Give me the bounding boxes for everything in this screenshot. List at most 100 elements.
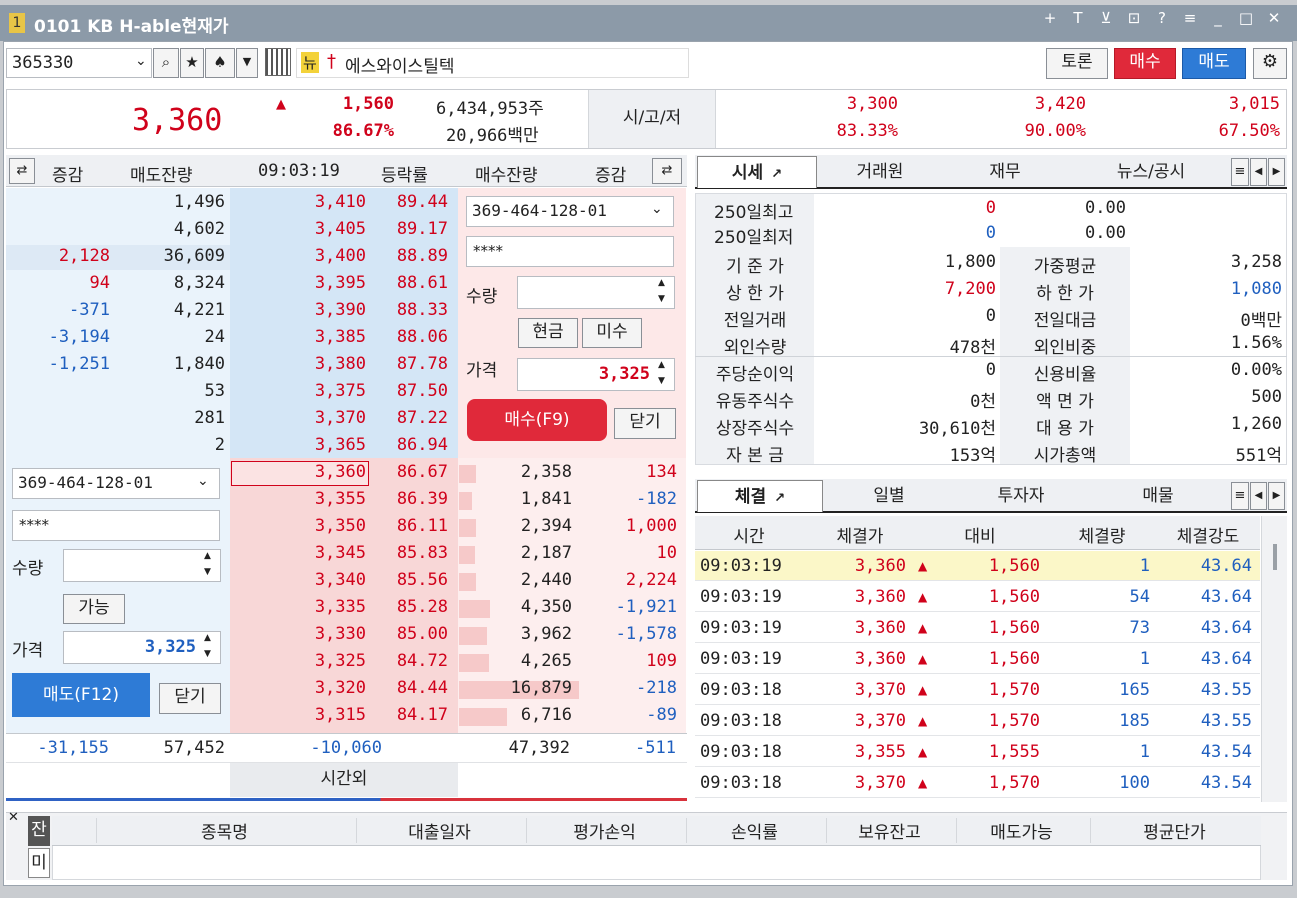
sell-close-button[interactable]: 닫기 — [159, 683, 221, 714]
window-control-3-icon[interactable]: ⊡ — [1124, 9, 1144, 27]
search-icon[interactable]: ⌕ — [153, 48, 179, 78]
tab-next-icon[interactable]: ▶ — [1268, 158, 1285, 186]
balance-tab-holdings[interactable]: 잔 — [28, 816, 50, 846]
menu-icon[interactable]: ≡ — [1231, 482, 1249, 510]
balance-col-header: 보유잔고 — [826, 818, 952, 843]
ask-rate: 87.50 — [396, 381, 448, 401]
available-button[interactable]: 가능 — [63, 594, 125, 624]
ask-price[interactable]: 3,405 — [250, 219, 366, 239]
spin-down-icon[interactable]: ▼ — [204, 649, 211, 659]
tab-1[interactable]: 거래원 — [820, 156, 940, 188]
up-arrow-icon: ▲ — [918, 652, 928, 666]
debate-button[interactable]: 토론 — [1046, 48, 1108, 79]
scroll-thumb[interactable] — [1273, 544, 1277, 570]
sell-price-label: 가격 — [12, 641, 44, 661]
trade-change: 1,570 — [988, 711, 1040, 731]
buy-button[interactable]: 매수 — [1114, 48, 1176, 79]
settings-gear-icon[interactable]: ⚙ — [1253, 48, 1287, 79]
stock-code-combobox[interactable]: 365330 ⌄ — [6, 48, 152, 78]
swap-icon-right[interactable]: ⇄ — [652, 158, 682, 184]
credit-button[interactable]: 미수 — [582, 318, 642, 348]
ask-price[interactable]: 3,390 — [250, 300, 366, 320]
trade-tab-0[interactable]: 체결 ↗ — [697, 480, 823, 512]
close-icon[interactable]: ✕ — [8, 810, 19, 825]
after-hours-label[interactable]: 시간외 — [230, 763, 458, 797]
window-control-1-icon[interactable]: T — [1068, 9, 1088, 27]
ask-price[interactable]: 3,380 — [250, 354, 366, 374]
bid-price[interactable]: 3,330 — [250, 624, 366, 644]
tab-next-icon[interactable]: ▶ — [1268, 482, 1285, 510]
star-icon[interactable]: ★ — [180, 48, 204, 78]
sell-button[interactable]: 매도 — [1182, 48, 1246, 79]
tab-2[interactable]: 재무 — [950, 156, 1060, 188]
window-control-2-icon[interactable]: ⊻ — [1096, 9, 1116, 27]
window-badge: 1 — [9, 13, 25, 33]
grid-icon[interactable] — [265, 48, 291, 76]
balance-tab-credit[interactable]: 미 — [28, 848, 50, 878]
sell-qty-input[interactable]: ▲ ▼ — [63, 549, 221, 582]
trade-tab-3[interactable]: 매물 — [1090, 480, 1226, 512]
bid-qty: 16,879 — [510, 678, 572, 698]
bid-price[interactable]: 3,350 — [250, 516, 366, 536]
dropdown-arrow-icon[interactable]: ▼ — [236, 48, 258, 78]
bid-price[interactable]: 3,315 — [250, 705, 366, 725]
external-link-icon[interactable]: ↗ — [774, 491, 785, 506]
trade-tab-1[interactable]: 일별 — [826, 480, 952, 512]
trade-price: 3,360 — [854, 587, 906, 607]
buy-account-select[interactable]: 369-464-128-01 ⌄ — [466, 196, 674, 227]
sell-account-select[interactable]: 369-464-128-01 ⌄ — [12, 468, 220, 499]
bid-price[interactable]: 3,355 — [250, 489, 366, 509]
bid-price[interactable]: 3,325 — [250, 651, 366, 671]
trade-tab-2[interactable]: 투자자 — [958, 480, 1084, 512]
window-control-6-icon[interactable]: _ — [1208, 9, 1228, 27]
spin-up-icon[interactable]: ▲ — [204, 633, 211, 643]
cash-button[interactable]: 현금 — [518, 318, 578, 348]
buy-qty-input[interactable]: ▲ ▼ — [517, 276, 675, 309]
window-control-0-icon[interactable]: + — [1040, 9, 1060, 27]
trades-scrollbar[interactable] — [1261, 516, 1287, 802]
buy-submit-button[interactable]: 매수(F9) — [467, 399, 607, 441]
swap-icon[interactable]: ⇄ — [9, 158, 35, 184]
ask-price[interactable]: 3,400 — [250, 246, 366, 266]
sell-price-input[interactable]: 3,325 ▲ ▼ — [63, 631, 221, 664]
chevron-down-icon[interactable]: ⌄ — [135, 53, 147, 69]
tab-prev-icon[interactable]: ◀ — [1250, 158, 1267, 186]
spin-down-icon[interactable]: ▼ — [658, 376, 665, 386]
bid-price[interactable]: 3,340 — [250, 570, 366, 590]
col-ask-delta: 증감 — [52, 166, 84, 186]
spade-icon[interactable]: ♠ — [205, 48, 235, 78]
info-label-2: 액 면 가 — [1036, 392, 1094, 412]
window-control-5-icon[interactable]: ≡ — [1180, 9, 1200, 27]
buy-price-input[interactable]: 3,325 ▲ ▼ — [517, 358, 675, 391]
menu-icon[interactable]: ≡ — [1231, 158, 1249, 186]
tab-0[interactable]: 시세 ↗ — [697, 156, 817, 188]
balance-col-header: 대출일자 — [356, 818, 522, 843]
ask-price[interactable]: 3,375 — [250, 381, 366, 401]
tab-3[interactable]: 뉴스/공시 — [1072, 156, 1230, 188]
tab-prev-icon[interactable]: ◀ — [1250, 482, 1267, 510]
spin-up-icon[interactable]: ▲ — [204, 551, 211, 561]
external-link-icon[interactable]: ↗ — [771, 167, 782, 182]
ask-price[interactable]: 3,365 — [250, 435, 366, 455]
buy-password-input[interactable]: **** — [466, 236, 674, 267]
ask-price[interactable]: 3,385 — [250, 327, 366, 347]
bid-price[interactable]: 3,320 — [250, 678, 366, 698]
bid-price[interactable]: 3,360 — [250, 462, 366, 482]
spin-down-icon[interactable]: ▼ — [658, 294, 665, 304]
sell-submit-button[interactable]: 매도(F12) — [12, 673, 150, 717]
spin-down-icon[interactable]: ▼ — [204, 567, 211, 577]
window-control-7-icon[interactable]: □ — [1236, 9, 1256, 27]
ohl-label[interactable]: 시/고/저 — [588, 90, 716, 148]
bid-price[interactable]: 3,335 — [250, 597, 366, 617]
ask-price[interactable]: 3,410 — [250, 192, 366, 212]
window-control-4-icon[interactable]: ? — [1152, 9, 1172, 27]
spin-up-icon[interactable]: ▲ — [658, 360, 665, 370]
ask-price[interactable]: 3,395 — [250, 273, 366, 293]
bid-price[interactable]: 3,345 — [250, 543, 366, 563]
ask-price[interactable]: 3,370 — [250, 408, 366, 428]
sell-password-input[interactable]: **** — [12, 510, 220, 541]
spin-up-icon[interactable]: ▲ — [658, 278, 665, 288]
window-control-8-icon[interactable]: ✕ — [1264, 9, 1284, 27]
stock-name-field[interactable]: 뉴 † 에스와이스틸텍 — [296, 48, 689, 78]
buy-close-button[interactable]: 닫기 — [614, 408, 676, 439]
